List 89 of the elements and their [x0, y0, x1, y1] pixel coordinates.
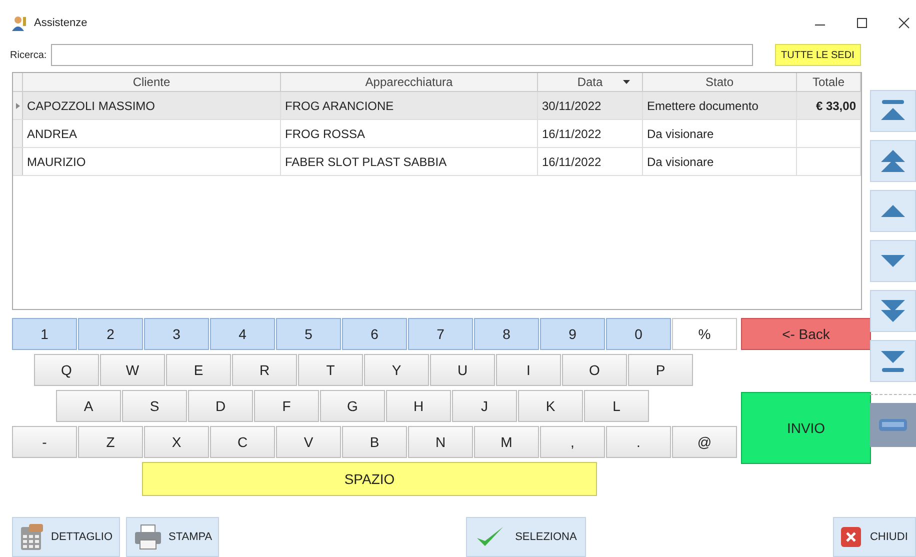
- table-cell-text: FROG ROSSA: [284, 126, 366, 142]
- keyboard-key[interactable]: B: [342, 426, 407, 458]
- scroll-button[interactable]: [870, 140, 916, 182]
- keyboard-key[interactable]: 8: [474, 318, 539, 350]
- backspace-key[interactable]: <- Back: [741, 318, 871, 350]
- keyboard-icon: [879, 419, 907, 431]
- keyboard-key[interactable]: Z: [78, 426, 143, 458]
- scroll-button[interactable]: [870, 240, 916, 282]
- keyboard-key[interactable]: C: [210, 426, 275, 458]
- keyboard-key[interactable]: 4: [210, 318, 275, 350]
- keyboard-key[interactable]: Y: [364, 354, 429, 386]
- close-window-icon[interactable]: [898, 17, 910, 29]
- person-icon: [12, 15, 28, 31]
- scroll-button[interactable]: [870, 340, 916, 382]
- maximize-icon[interactable]: [856, 17, 868, 29]
- close-icon: [840, 526, 862, 548]
- row-header[interactable]: [13, 92, 23, 119]
- keyboard-key[interactable]: O: [562, 354, 627, 386]
- keyboard-key[interactable]: W: [100, 354, 165, 386]
- table-cell-text: ANDREA: [26, 126, 78, 142]
- search-label: Ricerca:: [10, 48, 47, 62]
- keyboard-key[interactable]: J: [452, 390, 517, 422]
- keyboard-key[interactable]: D: [188, 390, 253, 422]
- table-cell-text: FABER SLOT PLAST SABBIA: [284, 154, 447, 170]
- keyboard-key[interactable]: P: [628, 354, 693, 386]
- keyboard-key[interactable]: 2: [78, 318, 143, 350]
- keyboard-key[interactable]: 6: [342, 318, 407, 350]
- keyboard-key[interactable]: T: [298, 354, 363, 386]
- keyboard-key[interactable]: E: [166, 354, 231, 386]
- scroll-button[interactable]: [870, 290, 916, 332]
- window-title: Assistenze: [34, 16, 88, 31]
- table-cell-text: FROG ARANCIONE: [284, 98, 394, 114]
- keyboard-key[interactable]: 1: [12, 318, 77, 350]
- column-header[interactable]: Data: [538, 73, 643, 91]
- keyboard-key[interactable]: F: [254, 390, 319, 422]
- table-cell-text: 16/11/2022: [541, 154, 602, 170]
- print-button[interactable]: STAMPA: [126, 517, 220, 557]
- column-header[interactable]: Cliente: [23, 73, 281, 91]
- keyboard-key[interactable]: 3: [144, 318, 209, 350]
- select-button[interactable]: SELEZIONA: [466, 517, 586, 557]
- table-cell-text: CAPOZZOLI MASSIMO: [26, 98, 156, 114]
- space-key[interactable]: SPAZIO: [142, 462, 597, 496]
- table-cell-text: € 33,00: [816, 98, 857, 114]
- keyboard-key[interactable]: -: [12, 426, 77, 458]
- column-header[interactable]: Stato: [643, 73, 797, 91]
- keyboard-toggle-button[interactable]: [870, 403, 916, 447]
- keyboard-key[interactable]: M: [474, 426, 539, 458]
- filter-button[interactable]: TUTTE LE SEDI: [774, 44, 861, 66]
- detail-button[interactable]: DETTAGLIO: [12, 517, 120, 557]
- keyboard-key[interactable]: ,: [540, 426, 605, 458]
- table-cell-text: Emettere documento: [646, 98, 758, 114]
- table-row[interactable]: MAURIZIO FABER SLOT PLAST SABBIA 16/11/2022 Da visionare: [13, 148, 861, 176]
- table-cell-text: Da visionare: [646, 126, 714, 142]
- close-button[interactable]: CHIUDI: [832, 517, 916, 557]
- keyboard-key[interactable]: R: [232, 354, 297, 386]
- table-row[interactable]: ANDREA FROG ROSSA 16/11/2022 Da visionare: [13, 120, 861, 148]
- calculator-icon: [19, 523, 45, 551]
- keyboard-key[interactable]: 7: [408, 318, 473, 350]
- scroll-button[interactable]: [870, 90, 916, 132]
- table-cell-text: 16/11/2022: [541, 126, 602, 142]
- keyboard-key[interactable]: 5: [276, 318, 341, 350]
- keyboard-key[interactable]: X: [144, 426, 209, 458]
- row-pointer-icon: [16, 102, 20, 108]
- table-cell-text: MAURIZIO: [26, 154, 86, 170]
- keyboard-key[interactable]: K: [518, 390, 583, 422]
- keyboard-key[interactable]: %: [672, 318, 737, 350]
- keyboard-key[interactable]: 9: [540, 318, 605, 350]
- printer-icon: [132, 523, 163, 551]
- keyboard-key[interactable]: Q: [34, 354, 99, 386]
- enter-key[interactable]: INVIO: [741, 392, 871, 464]
- keyboard-key[interactable]: N: [408, 426, 473, 458]
- keyboard-key[interactable]: A: [56, 390, 121, 422]
- keyboard-key[interactable]: U: [430, 354, 495, 386]
- keyboard-key[interactable]: 0: [606, 318, 671, 350]
- keyboard-key[interactable]: @: [672, 426, 737, 458]
- scroll-button[interactable]: [870, 190, 916, 232]
- keyboard-key[interactable]: S: [122, 390, 187, 422]
- keyboard-key[interactable]: V: [276, 426, 341, 458]
- keyboard-key[interactable]: I: [496, 354, 561, 386]
- keyboard-key[interactable]: H: [386, 390, 451, 422]
- table-cell-text: Da visionare: [646, 154, 714, 170]
- table-row[interactable]: CAPOZZOLI MASSIMO FROG ARANCIONE 30/11/2022 Emettere documento € 33,00: [13, 92, 861, 120]
- keyboard-key[interactable]: G: [320, 390, 385, 422]
- column-header[interactable]: Totale: [797, 73, 861, 91]
- search-field[interactable]: [50, 44, 753, 66]
- keyboard-key[interactable]: .: [606, 426, 671, 458]
- table-cell-text: 30/11/2022: [541, 98, 602, 114]
- column-header[interactable]: Apparecchiatura: [281, 73, 538, 91]
- keyboard-key[interactable]: L: [584, 390, 649, 422]
